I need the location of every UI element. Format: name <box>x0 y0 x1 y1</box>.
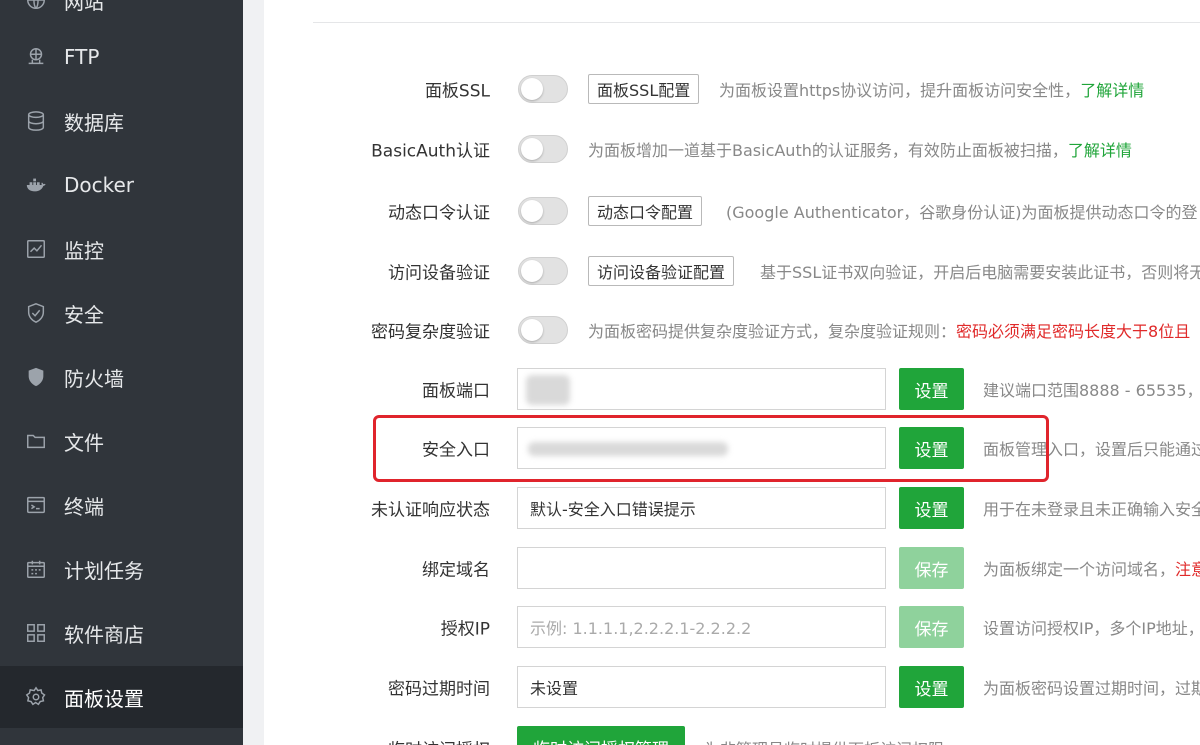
auth-ip-save-button[interactable]: 保存 <box>899 606 964 648</box>
database-icon <box>24 109 48 133</box>
otp-toggle[interactable] <box>518 197 568 225</box>
setting-label: 面板端口 <box>422 381 490 402</box>
setting-description: 为面板密码提供复杂度验证方式，复杂度验证规则：密码必须满足密码长度大于8位且 <box>588 322 1191 341</box>
sidebar-item-label: 终端 <box>64 494 104 519</box>
setting-row-bind-domain: 绑定域名 保存 为面板绑定一个访问域名，注意 <box>264 546 1200 590</box>
sidebar-item-label: 计划任务 <box>64 558 144 583</box>
gear-icon <box>24 685 48 709</box>
setting-description: 用于在未登录且未正确输入安全 <box>983 500 1200 519</box>
port-set-button[interactable]: 设置 <box>899 368 964 410</box>
divider <box>313 22 1200 23</box>
calendar-icon <box>24 557 48 581</box>
setting-description: 为面板绑定一个访问域名，注意 <box>983 556 1200 580</box>
sidebar-item-label: 网站 <box>64 0 104 14</box>
sidebar-item-docker[interactable]: Docker <box>0 154 243 216</box>
docker-icon <box>24 173 48 197</box>
sidebar-item-label: 数据库 <box>64 110 124 135</box>
setting-row-basicauth: BasicAuth认证 为面板增加一道基于BasicAuth的认证服务，有效防止… <box>264 127 1200 171</box>
setting-row-device: 访问设备验证 访问设备验证配置 基于SSL证书双向验证，开启后电脑需要安装此证书… <box>264 249 1200 293</box>
setting-label: 授权IP <box>440 619 490 640</box>
otp-config-button[interactable]: 动态口令配置 <box>588 196 703 226</box>
setting-label: BasicAuth认证 <box>371 141 490 162</box>
sidebar-item-label: 面板设置 <box>64 686 144 711</box>
setting-description: 建议端口范围8888 - 65535，注 <box>983 381 1200 400</box>
setting-label: 临时访问授权 <box>284 736 490 745</box>
learn-more-link[interactable]: 了解详情 <box>1080 81 1144 100</box>
setting-description: 为面板设置https协议访问，提升面板访问安全性，了解详情 <box>719 81 1145 100</box>
folder-icon <box>24 429 48 453</box>
setting-label: 未认证响应状态 <box>371 500 490 521</box>
unauth-response-select[interactable]: 默认-安全入口错误提示 <box>517 487 886 529</box>
setting-description: 为面板密码设置过期时间，过期 <box>983 679 1200 698</box>
sidebar: 网站 FTP 数据库 Docker 监控 安全 防火墙 文件 终端 计划任务 软… <box>0 0 243 745</box>
sidebar-item-firewall[interactable]: 防火墙 <box>0 346 243 408</box>
apps-grid-icon <box>24 621 48 645</box>
setting-description: 设置访问授权IP，多个IP地址， <box>983 619 1200 638</box>
globe-icon <box>24 0 48 12</box>
setting-label: 密码过期时间 <box>388 679 490 700</box>
setting-row-pwd-complexity: 密码复杂度验证 为面板密码提供复杂度验证方式，复杂度验证规则：密码必须满足密码长… <box>264 308 1200 352</box>
ssl-toggle[interactable] <box>518 75 568 103</box>
sidebar-item-monitor[interactable]: 监控 <box>0 218 243 280</box>
setting-description: 基于SSL证书双向验证，开启后电脑需要安装此证书，否则将无 <box>760 263 1200 282</box>
sidebar-item-panel-settings[interactable]: 面板设置 <box>0 666 243 728</box>
setting-row-port: 面板端口 设置 建议端口范围8888 - 65535，注 <box>264 367 1200 411</box>
sidebar-item-cron[interactable]: 计划任务 <box>0 538 243 600</box>
device-verify-config-button[interactable]: 访问设备验证配置 <box>588 256 735 286</box>
warning-text: 注意 <box>1175 560 1200 579</box>
setting-label: 绑定域名 <box>422 560 490 581</box>
sidebar-item-label: 软件商店 <box>64 622 144 647</box>
setting-label: 密码复杂度验证 <box>371 322 490 343</box>
bind-domain-save-button[interactable]: 保存 <box>899 547 964 589</box>
device-verify-toggle[interactable] <box>518 257 568 285</box>
monitor-icon <box>24 237 48 261</box>
pwd-complexity-toggle[interactable] <box>518 316 568 344</box>
setting-row-auth-ip: 授权IP 示例: 1.1.1.1,2.2.2.1-2.2.2.2 保存 设置访问… <box>264 605 1200 649</box>
redacted-value <box>526 375 570 405</box>
temp-access-manage-button[interactable]: 临时访问授权管理 <box>517 726 685 745</box>
ftp-icon <box>24 45 48 69</box>
main-content: 面板SSL 面板SSL配置 为面板设置https协议访问，提升面板访问安全性，了… <box>243 0 1200 745</box>
warning-text: 密码必须满足密码长度大于8位且 <box>956 322 1191 341</box>
sidebar-item-ftp[interactable]: FTP <box>0 26 243 88</box>
sidebar-item-app-store[interactable]: 软件商店 <box>0 602 243 664</box>
pwd-expire-input[interactable]: 未设置 <box>517 666 886 708</box>
port-input[interactable] <box>517 368 886 410</box>
setting-description: 为非管理员临时提供面板访问权限 <box>704 736 944 745</box>
setting-row-pwd-expire: 密码过期时间 未设置 设置 为面板密码设置过期时间，过期 <box>264 665 1200 709</box>
pwd-expire-set-button[interactable]: 设置 <box>899 666 964 708</box>
unauth-response-set-button[interactable]: 设置 <box>899 487 964 529</box>
sidebar-item-files[interactable]: 文件 <box>0 410 243 472</box>
basicauth-toggle[interactable] <box>518 135 568 163</box>
setting-row-unauth-response: 未认证响应状态 默认-安全入口错误提示 设置 用于在未登录且未正确输入安全 <box>264 486 1200 530</box>
sidebar-item-label: FTP <box>64 45 100 69</box>
highlight-annotation-box <box>373 415 1049 482</box>
sidebar-item-label: Docker <box>64 173 135 197</box>
sidebar-item-terminal[interactable]: 终端 <box>0 474 243 536</box>
firewall-shield-icon <box>24 365 48 389</box>
settings-panel: 面板SSL 面板SSL配置 为面板设置https协议访问，提升面板访问安全性，了… <box>264 0 1200 745</box>
terminal-icon <box>24 493 48 517</box>
sidebar-item-security[interactable]: 安全 <box>0 282 243 344</box>
auth-ip-input[interactable]: 示例: 1.1.1.1,2.2.2.1-2.2.2.2 <box>517 606 886 648</box>
setting-label: 动态口令认证 <box>388 203 490 224</box>
shield-check-icon <box>24 301 48 325</box>
sidebar-item-label: 文件 <box>64 430 104 455</box>
setting-label: 访问设备验证 <box>388 263 490 284</box>
bind-domain-input[interactable] <box>517 547 886 589</box>
setting-row-temp-access: 临时访问授权 为非管理员临时提供面板访问权限 <box>264 726 1200 745</box>
setting-row-otp: 动态口令认证 动态口令配置 (Google Authenticator，谷歌身份… <box>264 189 1200 233</box>
sidebar-item-database[interactable]: 数据库 <box>0 90 243 152</box>
setting-label: 面板SSL <box>424 81 490 102</box>
setting-description: (Google Authenticator，谷歌身份认证)为面板提供动态口令的登 <box>726 203 1198 222</box>
sidebar-item-label: 防火墙 <box>64 366 124 391</box>
learn-more-link[interactable]: 了解详情 <box>1068 141 1132 160</box>
ssl-config-button[interactable]: 面板SSL配置 <box>588 74 700 104</box>
sidebar-item-label: 监控 <box>64 238 104 263</box>
setting-description: 为面板增加一道基于BasicAuth的认证服务，有效防止面板被扫描，了解详情 <box>588 141 1132 160</box>
setting-row-ssl: 面板SSL 面板SSL配置 为面板设置https协议访问，提升面板访问安全性，了… <box>264 67 1200 111</box>
sidebar-item-label: 安全 <box>64 302 104 327</box>
